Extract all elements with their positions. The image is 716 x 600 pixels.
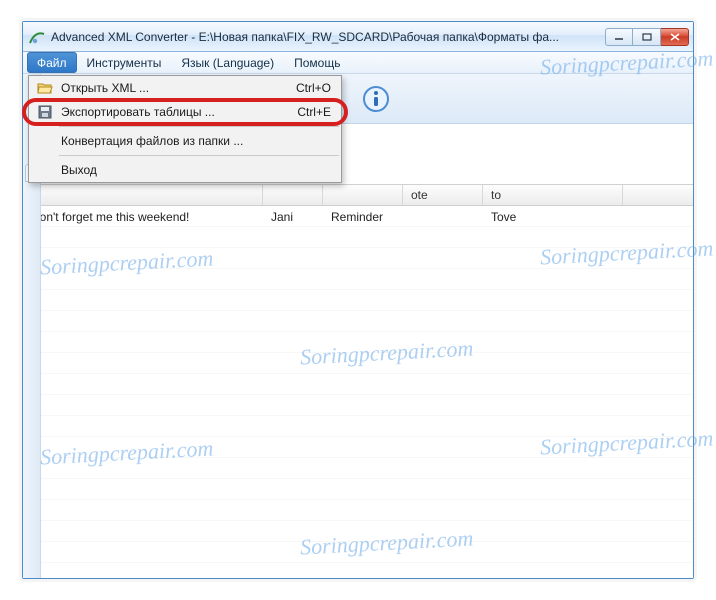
- close-button[interactable]: [661, 28, 689, 46]
- grid-header-cell[interactable]: ote: [403, 185, 483, 205]
- grid-header-cell[interactable]: [23, 185, 263, 205]
- folder-open-icon: [35, 81, 55, 95]
- menu-separator: [59, 155, 339, 156]
- menu-item-label: Экспортировать таблицы ...: [61, 105, 297, 119]
- menu-help[interactable]: Помощь: [284, 52, 350, 73]
- menu-file[interactable]: Файл: [27, 52, 77, 73]
- menu-item-convert-folder[interactable]: Конвертация файлов из папки ...: [29, 129, 341, 153]
- content-area: ote to Don't forget me this weekend! Jan…: [23, 124, 693, 578]
- cell: Reminder: [323, 210, 403, 224]
- menu-item-open-xml[interactable]: Открыть XML ... Ctrl+O: [29, 76, 341, 100]
- grid-body: Don't forget me this weekend! Jani Remin…: [23, 206, 693, 578]
- titlebar: Advanced XML Converter - E:\Новая папка\…: [23, 22, 693, 52]
- menu-item-label: Открыть XML ...: [61, 81, 296, 95]
- window-title: Advanced XML Converter - E:\Новая папка\…: [51, 30, 605, 44]
- table-row[interactable]: Don't forget me this weekend! Jani Remin…: [23, 206, 693, 227]
- menu-item-label: Конвертация файлов из папки ...: [61, 134, 331, 148]
- app-icon: [29, 29, 45, 45]
- file-menu-dropdown: Открыть XML ... Ctrl+O Экспортировать та…: [28, 75, 342, 183]
- menu-tools[interactable]: Инструменты: [77, 52, 172, 73]
- save-icon: [35, 105, 55, 119]
- menubar: Файл Инструменты Язык (Language) Помощь: [23, 52, 693, 74]
- grid-header-cell[interactable]: [263, 185, 323, 205]
- cell: Jani: [263, 210, 323, 224]
- grid-header-cell[interactable]: [323, 185, 403, 205]
- menu-item-label: Выход: [61, 163, 331, 177]
- info-icon: [361, 84, 391, 114]
- grid-header-cell[interactable]: to: [483, 185, 623, 205]
- menu-language[interactable]: Язык (Language): [171, 52, 284, 73]
- minimize-button[interactable]: [605, 28, 633, 46]
- menu-item-shortcut: Ctrl+E: [297, 105, 331, 119]
- maximize-button[interactable]: [633, 28, 661, 46]
- cell: Don't forget me this weekend!: [23, 210, 263, 224]
- window-controls: [605, 28, 689, 46]
- menu-separator: [59, 126, 339, 127]
- menu-item-shortcut: Ctrl+O: [296, 81, 331, 95]
- menu-item-export-tables[interactable]: Экспортировать таблицы ... Ctrl+E: [29, 100, 341, 124]
- menu-item-exit[interactable]: Выход: [29, 158, 341, 182]
- cell: Tove: [483, 210, 623, 224]
- grid-header: ote to: [23, 184, 693, 206]
